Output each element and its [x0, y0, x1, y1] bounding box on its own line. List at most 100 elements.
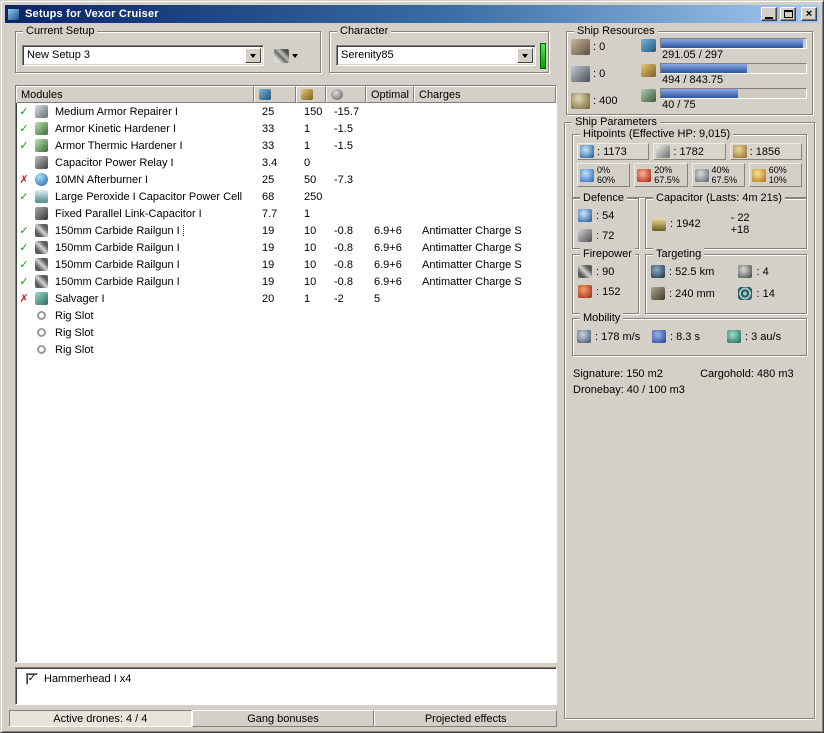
current-setup-value: New Setup 3 [27, 49, 90, 61]
signature-text: Signature: 150 m2 [573, 368, 663, 380]
shield-recharge-icon [578, 209, 592, 222]
resource-bar-row: 40 / 75 [641, 88, 807, 112]
stat: : 54 [578, 209, 633, 222]
module-capacitor-value: -0.8 [334, 241, 353, 254]
module-row[interactable]: 150mm Carbide Railgun I 19 10 -0.8 6.9+6… [16, 273, 556, 290]
resistance-stats: 0% 60% 20% 67.5% 40% 67.5% 60% 10% [575, 163, 804, 187]
hitpoints-group: Hitpoints (Effective HP: 9,015) : 1173 :… [572, 128, 807, 198]
drone-label: Hammerhead I x4 [44, 673, 132, 685]
module-status-icon [16, 224, 32, 237]
resistance-stat: 60% 10% [748, 163, 802, 187]
module-capacitor-value: -1.5 [334, 139, 353, 152]
column-header-capacitor[interactable] [326, 86, 366, 103]
capacitor-amount: : 1942 [670, 218, 701, 230]
column-header-optimal[interactable]: Optimal [366, 86, 414, 103]
module-row[interactable]: 150mm Carbide Railgun I 19 10 -0.8 6.9+6… [16, 222, 556, 239]
hitpoint-stats: : 1173 : 1782 : 1856 [575, 143, 804, 160]
ship-parameters-label: Ship Parameters [572, 116, 660, 128]
stat-value: : 1856 [749, 145, 781, 158]
armor-icon [656, 145, 671, 158]
close-button[interactable]: × [801, 7, 817, 21]
module-powergrid-value: 10 [304, 258, 317, 271]
shield-resist-value: 40% [711, 165, 730, 175]
salvager-icon [35, 292, 48, 305]
bottom-tab[interactable]: Active drones: 4 / 4 [9, 710, 192, 727]
module-name: Rig Slot [55, 343, 94, 356]
column-header-cpu[interactable] [254, 86, 296, 103]
bottom-tab-label: Projected effects [424, 712, 507, 725]
defence-label: Defence [580, 192, 627, 204]
module-optimal-value: 6.9+6 [374, 241, 402, 254]
current-setup-group: Current Setup New Setup 3 [15, 25, 321, 73]
stat-value: : 400 [593, 95, 618, 107]
module-row[interactable]: Salvager I 20 1 -2 5 [16, 290, 556, 307]
ship-resources-group: Ship Resources : 0 : 0 : 400 291.05 / 29… [566, 25, 813, 115]
align-time-icon [652, 330, 666, 343]
module-cpu-value: 19 [262, 224, 275, 237]
maximize-button[interactable] [780, 7, 796, 21]
module-row[interactable]: 150mm Carbide Railgun I 19 10 -0.8 6.9+6… [16, 256, 556, 273]
module-row[interactable]: Rig Slot [16, 341, 556, 358]
targeting-group: Targeting : 52.5 km : 4 : 240 mm : 14 [645, 248, 807, 314]
column-header-modules[interactable]: Modules [16, 86, 254, 103]
module-row[interactable]: 10MN Afterburner I 25 50 -7.3 [16, 171, 556, 188]
armor-resist-value: 67.5% [711, 175, 738, 185]
module-cpu-value: 25 [262, 105, 275, 118]
resistance-stat: 40% 67.5% [691, 163, 745, 187]
powergrid-icon [641, 64, 656, 77]
afterburner-icon [35, 173, 48, 186]
resource-bar-fill [661, 89, 738, 98]
column-header-powergrid[interactable] [296, 86, 326, 103]
scan-resolution-icon [651, 287, 665, 300]
title-bar[interactable]: Setups for Vexor Cruiser × [5, 5, 819, 23]
armor-repairer-icon [35, 105, 48, 118]
bottom-tab-label: Gang bonuses [247, 712, 319, 725]
app-window: Setups for Vexor Cruiser × Current Setup… [0, 0, 824, 733]
cpu-icon [641, 39, 656, 52]
module-row[interactable]: Fixed Parallel Link-Capacitor I 7.7 1 [16, 205, 556, 222]
module-row[interactable]: Rig Slot [16, 324, 556, 341]
drone-bay-list: Hammerhead I x4 [15, 667, 557, 705]
minimize-icon [765, 17, 773, 19]
modules-table: Modules Optimal Charges Medium Armor Rep… [15, 85, 557, 663]
module-status-icon [16, 275, 32, 288]
capacitor-icon [331, 89, 343, 100]
setup-tools-button[interactable] [272, 46, 300, 66]
stat-value: : 0 [593, 68, 606, 80]
module-row[interactable]: 150mm Carbide Railgun I 19 10 -0.8 6.9+6… [16, 239, 556, 256]
bottom-tab[interactable]: Projected effects [374, 710, 558, 727]
module-row[interactable]: Medium Armor Repairer I 25 150 -15.7 [16, 103, 556, 120]
module-charges-value: Antimatter Charge S [422, 258, 522, 271]
module-row[interactable]: Large Peroxide I Capacitor Power Cell 68… [16, 188, 556, 205]
sensor-strength-icon [738, 287, 753, 300]
module-row[interactable]: Rig Slot [16, 307, 556, 324]
module-status-icon [16, 122, 32, 135]
stat: : 0 [571, 66, 637, 82]
stat: : 240 mm [651, 287, 738, 300]
stat-value: : 54 [596, 209, 615, 222]
thermal-damage-icon [637, 168, 652, 182]
module-status-icon [16, 190, 32, 203]
stat: : 52.5 km [651, 265, 738, 278]
module-row[interactable]: Capacitor Power Relay I 3.4 0 [16, 154, 556, 171]
module-optimal-value: 6.9+6 [374, 275, 402, 288]
module-powergrid-value: 10 [304, 275, 317, 288]
module-row[interactable]: Armor Kinetic Hardener I 33 1 -1.5 [16, 120, 556, 137]
current-setup-combobox[interactable]: New Setup 3 [22, 45, 264, 66]
current-setup-dropdown-button[interactable] [245, 48, 261, 63]
column-header-charges[interactable]: Charges [414, 86, 556, 103]
module-status-icon [16, 292, 32, 305]
drone-checkbox[interactable] [26, 673, 38, 685]
firepower-label: Firepower [580, 248, 635, 260]
module-name: Rig Slot [55, 309, 94, 322]
drone-list-item[interactable]: Hammerhead I x4 [18, 671, 554, 687]
bottom-tab[interactable]: Gang bonuses [191, 710, 375, 727]
minimize-button[interactable] [761, 7, 777, 21]
character-dropdown-button[interactable] [517, 48, 533, 63]
module-cpu-value: 20 [262, 292, 275, 305]
window-content: Current Setup New Setup 3 Character Sere… [5, 23, 819, 730]
module-row[interactable]: Armor Thermic Hardener I 33 1 -1.5 [16, 137, 556, 154]
armor-resist-value: 10% [768, 175, 787, 185]
resource-bar-row: 291.05 / 297 [641, 38, 807, 62]
character-combobox[interactable]: Serenity85 [336, 45, 536, 66]
